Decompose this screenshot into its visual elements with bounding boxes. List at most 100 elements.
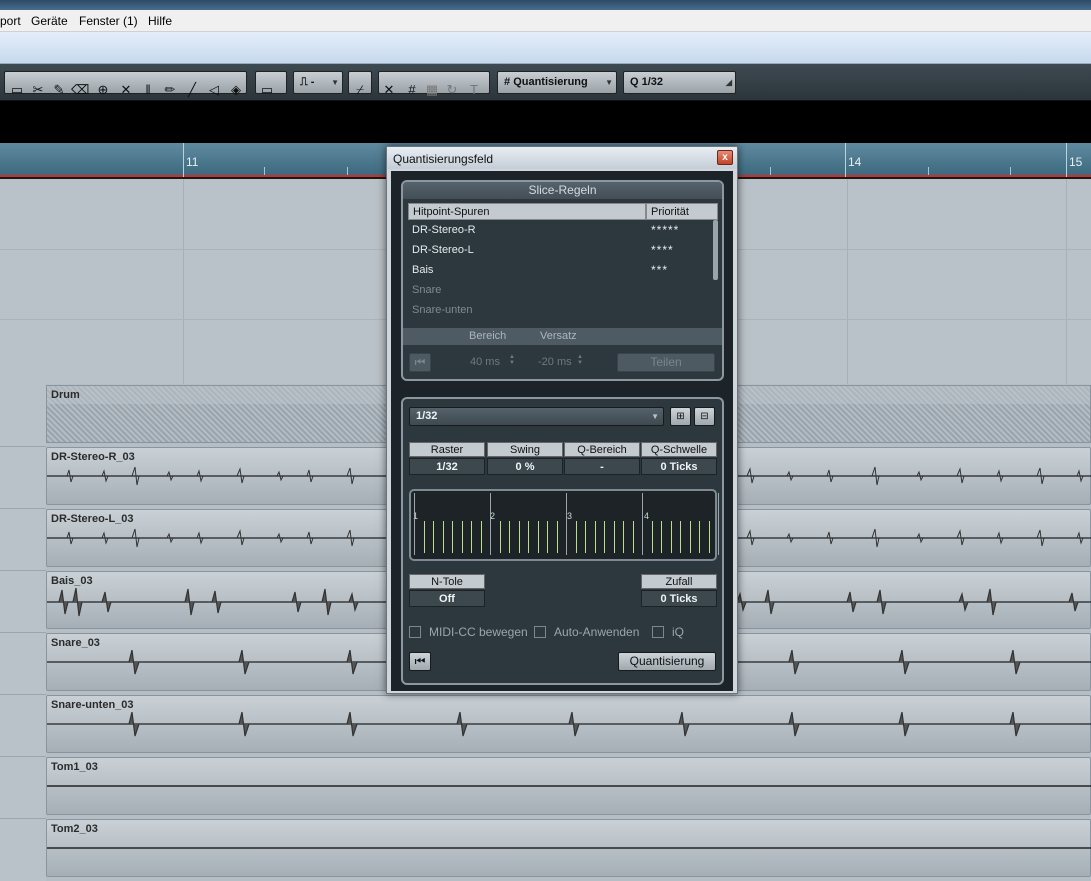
slice-reset-button[interactable]: ⏮ bbox=[409, 353, 431, 372]
hitpoint-track-row[interactable]: DR-Stereo-L bbox=[412, 244, 474, 256]
menu-bar: port Geräte Fenster (1) Hilfe bbox=[0, 10, 1091, 32]
teilen-button[interactable]: Teilen bbox=[617, 353, 715, 372]
raster-value[interactable]: 1/32 bbox=[409, 458, 485, 475]
hitpoint-track-row[interactable]: Bais bbox=[412, 264, 433, 276]
quant-q-icon: Q bbox=[630, 76, 639, 88]
audio-event[interactable]: Tom1_03 bbox=[46, 757, 1091, 815]
priority-stars[interactable]: **** bbox=[651, 243, 674, 257]
close-icon[interactable]: x bbox=[717, 150, 733, 165]
swing-value[interactable]: 0 % bbox=[487, 458, 563, 475]
chevron-down-icon: ◢ bbox=[725, 78, 732, 87]
audio-event[interactable]: Snare-unten_03 bbox=[46, 695, 1091, 753]
auto-apply-checkbox[interactable] bbox=[534, 626, 546, 638]
ruler-sub-tick bbox=[1010, 167, 1011, 175]
column-header-tracks[interactable]: Hitpoint-Spuren bbox=[408, 203, 646, 220]
zoom-tool-icon[interactable]: ⊕ bbox=[94, 81, 112, 99]
quantize-reset-button[interactable]: ⏮ bbox=[409, 652, 431, 671]
menu-item-fenster[interactable]: Fenster (1) bbox=[79, 14, 138, 28]
save-preset-icon[interactable]: ⊞ bbox=[670, 407, 691, 426]
q-schwelle-value[interactable]: 0 Ticks bbox=[641, 458, 717, 475]
quantize-type-dropdown[interactable]: # Quantisierung ▼ bbox=[497, 71, 617, 94]
ruler-label: 15 bbox=[1069, 155, 1083, 169]
grid-line bbox=[585, 521, 586, 553]
speaker-tool-icon[interactable]: ◁ bbox=[205, 81, 223, 99]
priority-stars[interactable]: *** bbox=[651, 263, 668, 277]
event-label: Bais_03 bbox=[51, 575, 93, 587]
grid-line bbox=[537, 521, 539, 553]
color-select[interactable]: ▭ bbox=[255, 71, 287, 97]
track-separator bbox=[0, 446, 46, 447]
range-offset-bar: Bereich Versatz bbox=[403, 328, 722, 345]
grid-line bbox=[689, 521, 691, 553]
ruler-label: 11 bbox=[186, 155, 199, 169]
quantize-apply-button[interactable]: Quantisierung bbox=[618, 652, 716, 671]
timewarp-tool-icon[interactable]: ‖ bbox=[139, 81, 157, 99]
line-tool-icon[interactable]: ╱ bbox=[183, 81, 201, 99]
quantize-grid-display[interactable]: 1 2 3 4 bbox=[409, 489, 719, 561]
versatz-label: Versatz bbox=[540, 330, 577, 342]
grid-line bbox=[575, 521, 577, 553]
grid-line bbox=[632, 521, 634, 553]
grid-line bbox=[452, 521, 453, 553]
grid-line bbox=[480, 521, 482, 553]
menu-item-export[interactable]: port bbox=[0, 14, 21, 28]
ruler-sub-tick bbox=[264, 167, 265, 175]
q-bereich-value[interactable]: - bbox=[564, 458, 640, 475]
track-separator bbox=[0, 570, 46, 571]
menu-item-geraete[interactable]: Geräte bbox=[31, 14, 68, 28]
versatz-stepper-icon[interactable]: ▲ ▼ bbox=[577, 354, 583, 366]
hitpoint-track-row[interactable]: Snare-unten bbox=[412, 304, 473, 316]
list-scrollbar[interactable] bbox=[713, 220, 718, 280]
n-tole-value[interactable]: Off bbox=[409, 590, 485, 607]
track-separator bbox=[0, 818, 46, 819]
ruler-bar-tick bbox=[183, 143, 184, 177]
quant-label: Quantisierung bbox=[513, 76, 588, 88]
remove-preset-icon[interactable]: ⊟ bbox=[694, 407, 715, 426]
ruler-label: 14 bbox=[848, 155, 862, 169]
quantize-value-dropdown[interactable]: Q 1/32 ◢ bbox=[623, 71, 736, 94]
midi-cc-checkbox[interactable] bbox=[409, 626, 421, 638]
zufall-header: Zufall bbox=[641, 574, 717, 589]
hitpoint-track-row[interactable]: Snare bbox=[412, 284, 441, 296]
quantize-preset-dropdown[interactable]: 1/32 ▼ bbox=[409, 407, 664, 426]
snap-type-value: - bbox=[310, 76, 315, 88]
grid-line bbox=[670, 521, 672, 553]
audio-event[interactable]: Tom2_03 bbox=[46, 819, 1091, 877]
color-tool-icon[interactable]: ◈ bbox=[227, 81, 245, 99]
menu-item-hilfe[interactable]: Hilfe bbox=[148, 14, 172, 28]
grid-disabled-icon: ▦ bbox=[425, 82, 439, 97]
chevron-down-icon: ▼ bbox=[331, 78, 339, 87]
x-icon[interactable]: ✕ bbox=[380, 81, 398, 99]
split-tool-icon[interactable]: ✂ bbox=[29, 81, 47, 99]
priority-stars[interactable]: ***** bbox=[651, 223, 679, 237]
window-title-strip bbox=[0, 0, 1091, 10]
ruler-sub-tick bbox=[770, 167, 771, 175]
erase-tool-icon[interactable]: ⌫ bbox=[71, 81, 89, 99]
range-tool-icon[interactable]: ▭ bbox=[8, 81, 26, 99]
iq-checkbox[interactable] bbox=[652, 626, 664, 638]
text-icon: T bbox=[470, 82, 478, 97]
hitpoint-track-row[interactable]: DR-Stereo-R bbox=[412, 224, 476, 236]
grid-line bbox=[442, 521, 444, 553]
dialog-titlebar[interactable]: Quantisierungsfeld x bbox=[387, 147, 737, 169]
grid-line bbox=[623, 521, 624, 553]
column-header-priority[interactable]: Priorität bbox=[646, 203, 718, 220]
draw-tool-icon[interactable]: ✏ bbox=[161, 81, 179, 99]
transport-band bbox=[0, 32, 1091, 64]
glue-tool-icon[interactable]: ✎ bbox=[50, 81, 68, 99]
beat-number: 3 bbox=[567, 511, 573, 521]
mute-tool-icon[interactable]: ✕ bbox=[117, 81, 135, 99]
grid-line bbox=[661, 521, 662, 553]
zufall-value[interactable]: 0 Ticks bbox=[641, 590, 717, 607]
slice-rules-header: Slice-Regeln bbox=[403, 182, 722, 199]
chevron-down-icon: ▼ bbox=[605, 78, 613, 87]
bereich-stepper-icon[interactable]: ▲ ▼ bbox=[509, 354, 515, 366]
n-tole-header: N-Tole bbox=[409, 574, 485, 589]
grid-icon[interactable]: # bbox=[403, 81, 421, 99]
snap-toggle[interactable]: ⌿ bbox=[348, 71, 372, 97]
versatz-value[interactable]: -20 ms bbox=[538, 356, 572, 368]
bereich-value[interactable]: 40 ms bbox=[470, 356, 500, 368]
event-label: Snare_03 bbox=[51, 637, 100, 649]
snap-type-dropdown[interactable]: ⎍ - ▼ bbox=[293, 71, 343, 94]
grid-line bbox=[499, 521, 501, 553]
